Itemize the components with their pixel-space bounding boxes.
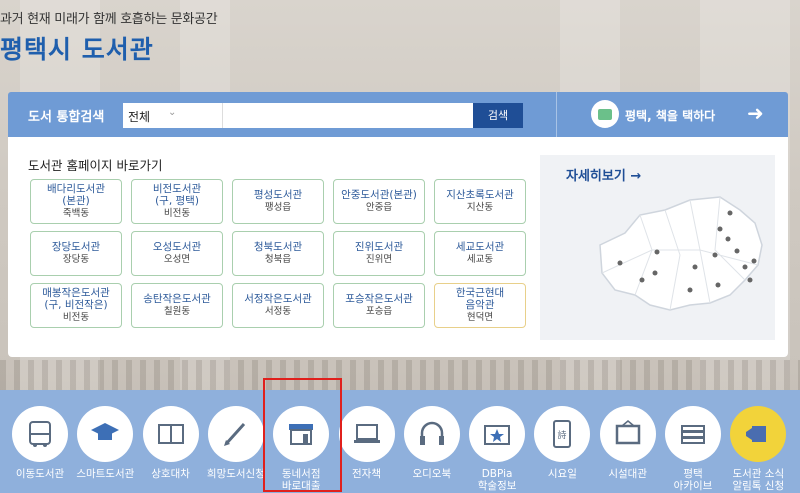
- library-link[interactable]: 비전도서관 (구, 평택) 비전동: [131, 179, 223, 224]
- search-bar: 도서 통합검색 전체 ⌄ 검색 평택, 책을 택하다 ➜: [8, 92, 788, 137]
- chevron-down-icon: ⌄: [168, 107, 177, 118]
- quick-menu-label: DBPia 학술정보: [477, 468, 517, 492]
- search-input[interactable]: [223, 103, 473, 128]
- library-panel: 도서관 홈페이지 바로가기 배다리도서관 (본관) 죽백동 비전도서관 (구, 평택…: [8, 137, 788, 357]
- library-link[interactable]: 평성도서관 팽성읍: [232, 179, 324, 224]
- library-name: 지산초록도서관: [446, 189, 514, 201]
- library-name: 오성도서관: [152, 241, 202, 253]
- quick-menu-item[interactable]: 희망도서신청: [204, 406, 268, 480]
- quick-menu-bar: 이동도서관 스마트도서관 상호대차 희망도서신청 동네서점 바로대출 전자책 오디오북 DBP…: [0, 390, 800, 493]
- highlight-box: [263, 378, 342, 492]
- quick-menu-item[interactable]: 이동도서관: [8, 406, 72, 480]
- tagline: 과거 현재 미래가 함께 호흡하는 문화공간: [0, 12, 218, 27]
- library-name: 매봉작은도서관 (구, 비전작은): [42, 287, 110, 311]
- folder-star-icon: [469, 406, 526, 462]
- library-link[interactable]: 배다리도서관 (본관) 죽백동: [30, 179, 122, 224]
- arrow-right-icon: ➜: [747, 101, 764, 125]
- library-location: 세교동: [466, 254, 494, 265]
- library-link[interactable]: 장당도서관 장당동: [30, 231, 122, 276]
- quick-menu-item[interactable]: DBPia 학술정보: [465, 406, 529, 492]
- book-stack-icon: [665, 406, 721, 462]
- library-link[interactable]: 청북도서관 청북읍: [232, 231, 324, 276]
- library-link[interactable]: 지산초록도서관 지산동: [434, 179, 526, 224]
- quick-menu-label: 이동도서관: [15, 468, 65, 480]
- search-button[interactable]: 검색: [473, 103, 523, 128]
- quick-menu-label: 시요일: [547, 468, 577, 480]
- quick-menu-label: 오디오북: [412, 468, 452, 480]
- library-location: 오성면: [163, 254, 191, 265]
- promo-link[interactable]: 평택, 책을 택하다 ➜: [556, 92, 788, 137]
- site-title[interactable]: 평택시 도서관: [0, 30, 800, 66]
- library-location: 죽백동: [62, 208, 90, 219]
- library-link[interactable]: 세교도서관 세교동: [434, 231, 526, 276]
- quick-menu-label: 평택 아카이브: [673, 468, 713, 492]
- library-name: 비전도서관 (구, 평택): [152, 183, 202, 207]
- book-character-icon: [591, 100, 619, 128]
- library-location: 장당동: [62, 254, 90, 265]
- quick-menu-item[interactable]: 상호대차: [139, 406, 203, 480]
- library-link[interactable]: 안중도서관(본관) 안중읍: [333, 179, 425, 224]
- quick-menu-item[interactable]: 詩 시요일: [530, 406, 594, 480]
- library-location: 비전동: [62, 312, 90, 323]
- laptop-icon: [338, 406, 395, 462]
- library-name: 평성도서관: [253, 189, 303, 201]
- library-location: 팽성읍: [264, 202, 292, 213]
- library-link[interactable]: 오성도서관 오성면: [131, 231, 223, 276]
- quick-menu-item[interactable]: 오디오북: [400, 406, 464, 480]
- library-location: 서정동: [264, 306, 292, 317]
- book-open-icon: [142, 406, 199, 462]
- library-name: 장당도서관: [51, 241, 101, 253]
- library-name: 세교도서관: [455, 241, 505, 253]
- library-name: 배다리도서관 (본관): [47, 183, 105, 207]
- library-link[interactable]: 서정작은도서관 서정동: [232, 283, 324, 328]
- headphones-icon: [403, 406, 460, 462]
- search-scope-select[interactable]: 전체 ⌄: [123, 103, 223, 128]
- search-label: 도서 통합검색: [28, 110, 105, 125]
- library-link[interactable]: 매봉작은도서관 (구, 비전작은) 비전동: [30, 283, 122, 328]
- library-name: 서정작은도서관: [244, 293, 312, 305]
- library-name: 진위도서관: [354, 241, 404, 253]
- library-location: 포승읍: [365, 306, 393, 317]
- quick-menu-item[interactable]: 도서관 소식 알림톡 신청: [726, 406, 790, 492]
- pyeongtaek-map: [599, 196, 763, 311]
- library-name: 청북도서관: [253, 241, 303, 253]
- library-link[interactable]: 포승작은도서관 포승읍: [333, 283, 425, 328]
- library-location: 지산동: [466, 202, 494, 213]
- library-location: 청북읍: [264, 254, 292, 265]
- library-link[interactable]: 한국근현대 음악관 현덕면: [434, 283, 526, 328]
- library-name: 한국근현대 음악관: [455, 287, 505, 311]
- quick-menu-label: 도서관 소식 알림톡 신청: [732, 468, 785, 492]
- pen-icon: [207, 406, 264, 462]
- library-location: 칠원동: [163, 306, 191, 317]
- library-location: 진위면: [365, 254, 393, 265]
- quick-menu-item[interactable]: 전자책: [335, 406, 399, 480]
- library-name: 송탄작은도서관: [143, 293, 211, 305]
- frame-icon: [599, 406, 656, 462]
- library-location: 비전동: [163, 208, 191, 219]
- tablet-poem-icon: 詩: [534, 406, 591, 462]
- svg-text:詩: 詩: [558, 429, 567, 441]
- quick-menu-item[interactable]: 시설대관: [596, 406, 660, 480]
- quick-menu-item[interactable]: 평택 아카이브: [661, 406, 725, 492]
- map-box[interactable]: 자세히보기 →: [540, 155, 775, 340]
- quick-menu-label: 스마트도서관: [76, 468, 135, 480]
- quick-menu-item[interactable]: 스마트도서관: [73, 406, 137, 480]
- library-section-title: 도서관 홈페이지 바로가기: [28, 158, 163, 173]
- quick-menu-label: 전자책: [352, 468, 381, 480]
- bus-icon: [12, 406, 68, 462]
- graduation-cap-icon: [77, 406, 134, 462]
- promo-text: 평택, 책을 택하다: [625, 109, 716, 123]
- library-name: 포승작은도서관: [345, 293, 413, 305]
- quick-menu-label: 희망도서신청: [206, 468, 265, 480]
- library-link[interactable]: 송탄작은도서관 칠원동: [131, 283, 223, 328]
- library-name: 안중도서관(본관): [341, 189, 417, 201]
- library-location: 현덕면: [466, 312, 494, 323]
- quick-menu-label: 시설대관: [608, 468, 647, 480]
- library-location: 안중읍: [365, 202, 393, 213]
- library-link[interactable]: 진위도서관 진위면: [333, 231, 425, 276]
- search-scope-value: 전체: [128, 110, 151, 124]
- notice-icon: [730, 406, 787, 462]
- quick-menu-label: 상호대차: [151, 468, 190, 480]
